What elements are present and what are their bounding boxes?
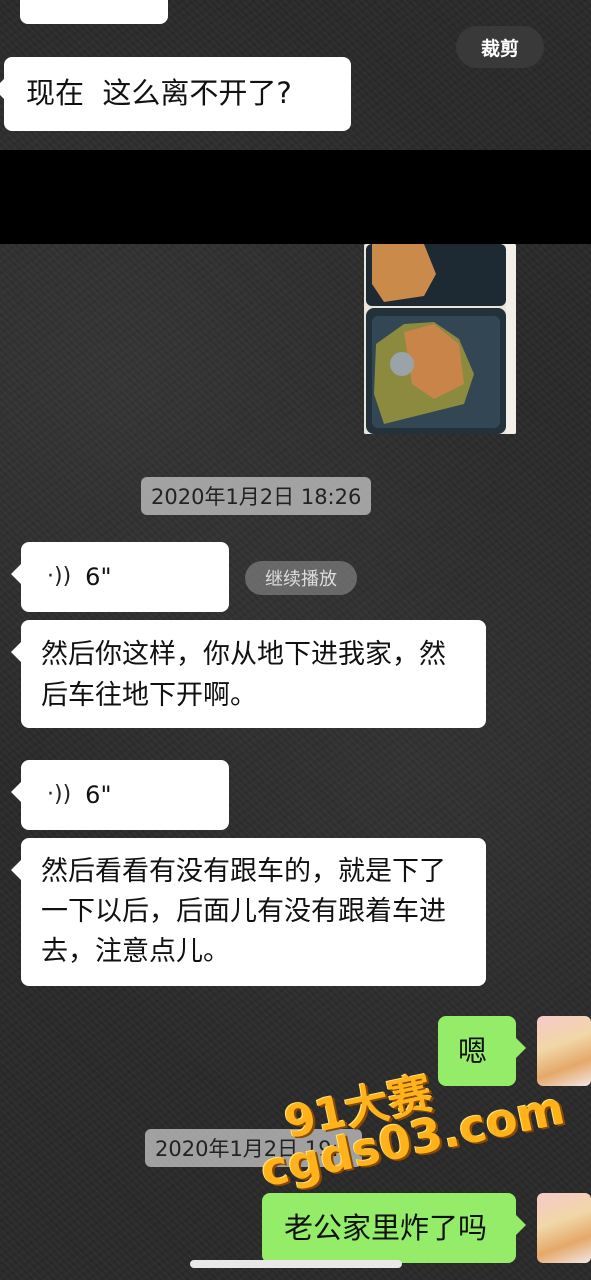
message-bubble-received[interactable]: 现在 这么离不开了? — [0, 57, 351, 131]
voice-transcript-bubble[interactable]: 然后你这样，你从地下进我家，然后车往地下开啊。 — [11, 620, 486, 728]
avatar[interactable] — [537, 1016, 591, 1086]
photo-image — [364, 244, 516, 434]
message-bubble-sent[interactable]: 老公家里炸了吗 — [262, 1193, 526, 1263]
voice-duration: 6" — [85, 781, 112, 809]
message-bubble-sent[interactable]: 嗯 — [438, 1016, 526, 1086]
transcript-text: 然后看看有没有跟车的，就是下了一下以后，后面儿有没有跟着车进去，注意点儿。 — [41, 856, 446, 967]
crop-button[interactable]: 裁剪 — [456, 26, 544, 68]
timestamp: 2020年1月2日 18:26 — [141, 477, 372, 515]
message-text: 老公家里炸了吗 — [284, 1211, 488, 1245]
home-indicator[interactable] — [190, 1260, 402, 1268]
message-text: 现在 这么离不开了? — [26, 76, 292, 110]
voice-duration: 6" — [85, 563, 112, 591]
shared-photo[interactable] — [364, 244, 516, 434]
message-text: 嗯 — [458, 1034, 488, 1068]
partial-message-bubble[interactable] — [20, 0, 168, 24]
voice-icon: ·)) — [47, 782, 72, 807]
voice-message-bubble[interactable]: ·)) 6" — [11, 542, 229, 612]
transcript-text: 然后你这样，你从地下进我家，然后车往地下开啊。 — [41, 639, 446, 711]
voice-transcript-bubble[interactable]: 然后看看有没有跟车的，就是下了一下以后，后面儿有没有跟着车进去，注意点儿。 — [11, 838, 486, 986]
crop-button-label: 裁剪 — [480, 37, 519, 60]
avatar[interactable] — [537, 1193, 591, 1263]
redaction-bar — [0, 150, 591, 244]
resume-playback-button[interactable]: 继续播放 — [245, 561, 357, 595]
resume-playback-label: 继续播放 — [265, 569, 337, 590]
voice-message-bubble[interactable]: ·)) 6" — [11, 760, 229, 830]
voice-icon: ·)) — [47, 564, 72, 589]
timestamp-text: 2020年1月2日 18:26 — [151, 485, 362, 509]
